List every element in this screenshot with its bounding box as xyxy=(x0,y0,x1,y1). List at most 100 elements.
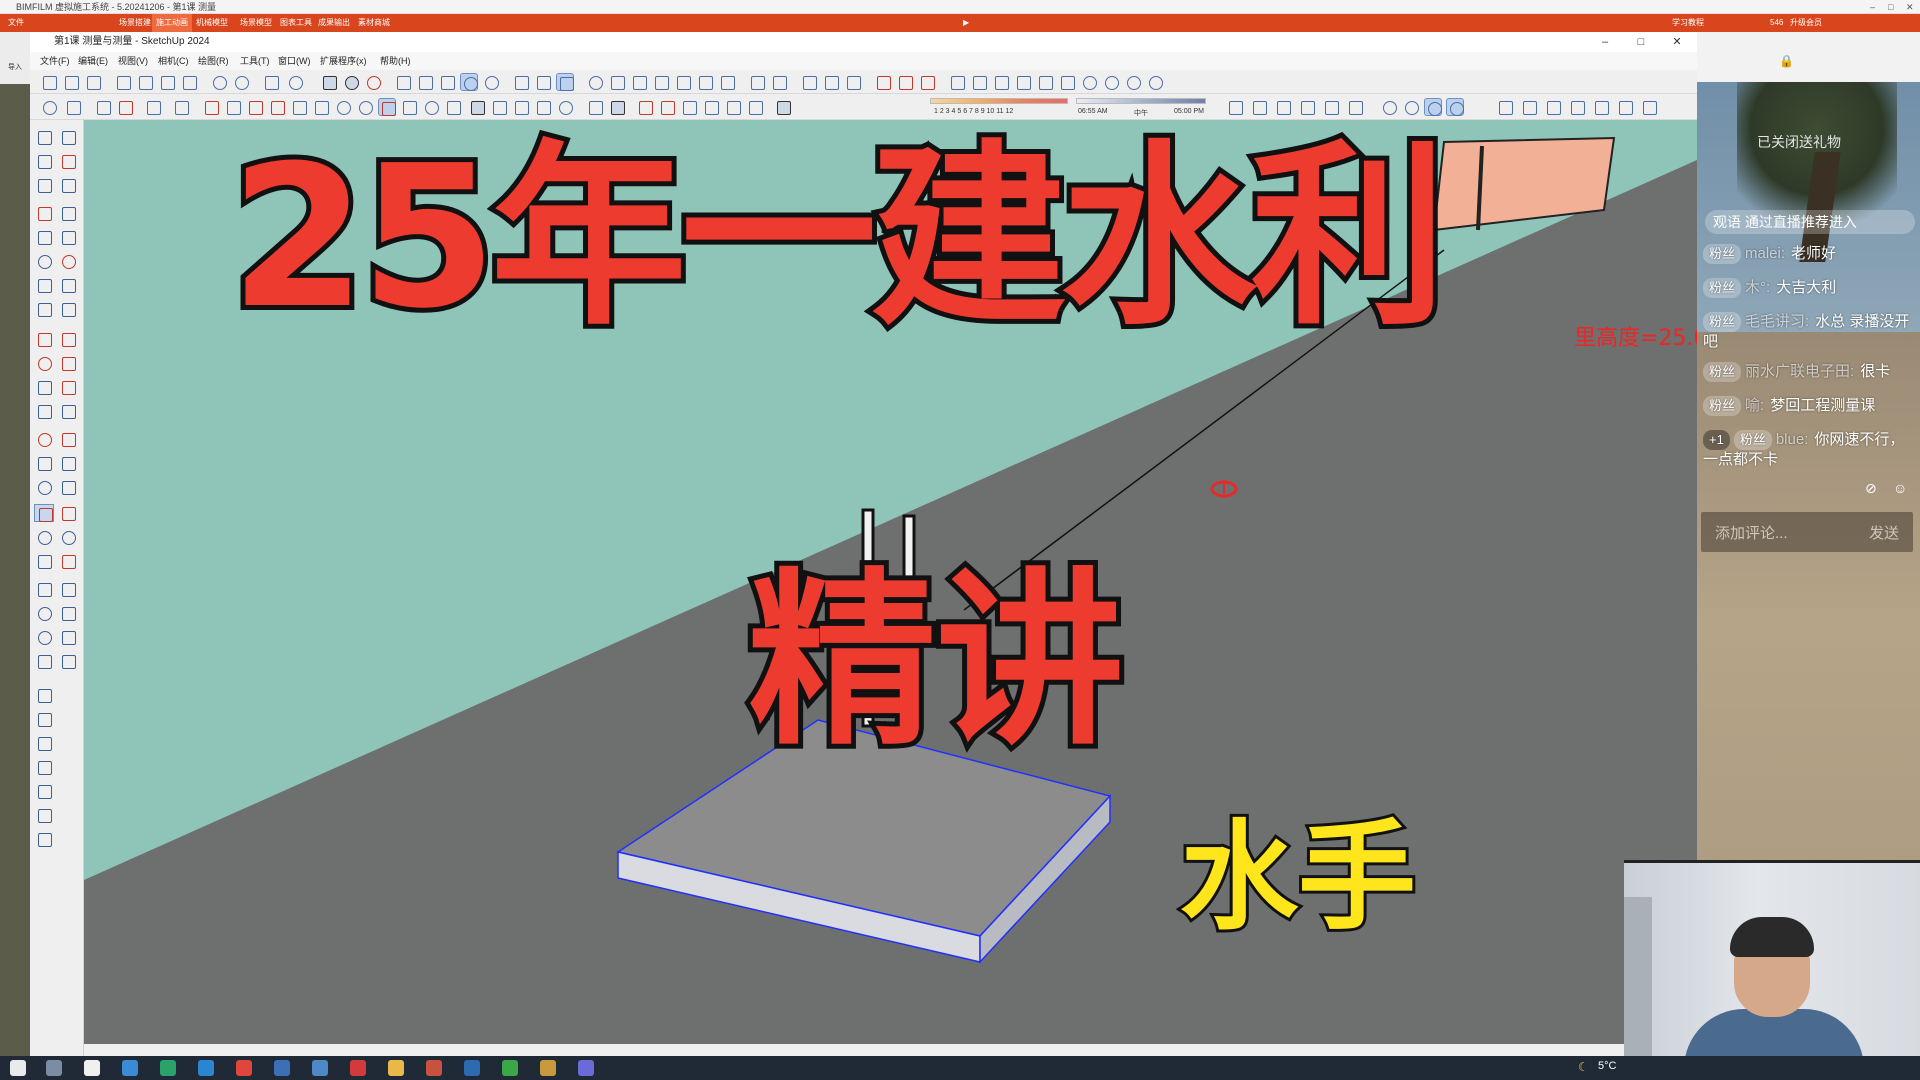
materials-icon[interactable] xyxy=(774,98,792,116)
redo-icon[interactable] xyxy=(232,73,250,91)
circle-tool-icon[interactable] xyxy=(460,73,478,91)
tutorial-link[interactable]: 学习教程 xyxy=(1672,14,1704,32)
section-3-icon[interactable] xyxy=(918,73,936,91)
pie-icon[interactable] xyxy=(58,300,78,318)
app-blue-icon[interactable] xyxy=(198,1060,214,1076)
rotate-tool-icon[interactable] xyxy=(34,354,54,372)
menu-tools[interactable]: 工具(T) xyxy=(240,52,270,70)
protractor-tool-icon[interactable] xyxy=(34,454,54,472)
view-iso-icon[interactable] xyxy=(1496,98,1514,116)
chat-username[interactable]: 毛毛讲习: xyxy=(1745,313,1809,330)
push-pull-icon[interactable] xyxy=(202,98,220,116)
flip-edge-icon[interactable] xyxy=(34,806,54,824)
sketchup-close-icon[interactable]: ✕ xyxy=(1662,32,1692,52)
close-icon[interactable]: ✕ xyxy=(1906,0,1914,14)
preferences-icon[interactable] xyxy=(1124,73,1142,91)
sandbox-tool-icon[interactable] xyxy=(34,628,54,646)
qq-icon[interactable] xyxy=(84,1060,100,1076)
protractor-icon[interactable] xyxy=(356,98,374,116)
menu-scene[interactable]: 场景搭建 xyxy=(115,14,155,32)
cloud-upload-icon[interactable] xyxy=(534,73,552,91)
comment-input[interactable]: 添加评论... xyxy=(1715,522,1788,543)
print-icon[interactable] xyxy=(262,73,280,91)
plus-one-badge[interactable]: +1 xyxy=(1703,430,1730,450)
orbit-tool-icon[interactable] xyxy=(58,504,78,522)
emoji-icon[interactable]: ☺ xyxy=(1893,480,1907,496)
zoom-icon[interactable] xyxy=(422,98,440,116)
orbit-icon[interactable] xyxy=(400,98,418,116)
sound-icon[interactable] xyxy=(58,604,78,622)
save-icon[interactable] xyxy=(84,73,102,91)
top-view-icon[interactable] xyxy=(652,73,670,91)
weather-moon-icon[interactable]: ☾ xyxy=(1578,1060,1589,1074)
rectangle-tool-icon[interactable] xyxy=(34,228,54,246)
chat-username[interactable]: blue: xyxy=(1776,431,1809,448)
3d-text-icon[interactable] xyxy=(746,98,764,116)
iso-view-icon[interactable] xyxy=(630,73,648,91)
lasso-icon[interactable] xyxy=(58,128,78,146)
solid-tool-4-icon[interactable] xyxy=(1014,73,1032,91)
chat-username[interactable]: 木°: xyxy=(1745,279,1770,296)
cut-icon[interactable] xyxy=(114,73,132,91)
drape-icon[interactable] xyxy=(34,758,54,776)
app-green-icon[interactable] xyxy=(160,1060,176,1076)
tag-icon[interactable] xyxy=(58,176,78,194)
offset-tool-icon[interactable] xyxy=(58,378,78,396)
zoom-extents-tool-icon[interactable] xyxy=(34,552,54,570)
point-icon[interactable] xyxy=(586,73,604,91)
rotated-rect-icon[interactable] xyxy=(58,228,78,246)
sketchup-icon[interactable] xyxy=(464,1060,480,1076)
menu-window[interactable]: 窗口(W) xyxy=(278,52,311,70)
page-icon[interactable] xyxy=(586,98,604,116)
arc-3-icon[interactable] xyxy=(34,300,54,318)
section-2-icon[interactable] xyxy=(896,73,914,91)
menu-help[interactable]: 帮助(H) xyxy=(380,52,411,70)
menu-machine-model[interactable]: 机械模型 xyxy=(192,14,232,32)
text-icon[interactable] xyxy=(58,454,78,472)
dimension-tool-icon[interactable] xyxy=(58,430,78,448)
front-view-icon[interactable] xyxy=(674,73,692,91)
view-bottom-icon[interactable] xyxy=(1640,98,1658,116)
arc-icon[interactable] xyxy=(144,98,162,116)
terrain-2-icon[interactable] xyxy=(822,73,840,91)
terrain-icon[interactable] xyxy=(800,73,818,91)
menu-construction-animation[interactable]: 施工动画 xyxy=(152,14,192,32)
open-file-icon[interactable] xyxy=(62,73,80,91)
settings-gear-icon[interactable] xyxy=(342,73,360,91)
view-top-icon[interactable] xyxy=(1520,98,1538,116)
section-plane-icon[interactable] xyxy=(34,504,54,522)
menu-draw[interactable]: 绘图(R) xyxy=(198,52,229,70)
shadow-date-slider[interactable] xyxy=(930,98,1068,104)
tape-measure-icon[interactable] xyxy=(334,98,352,116)
zoom-tool-icon[interactable] xyxy=(34,528,54,546)
menu-file[interactable]: 文件(F) xyxy=(40,52,70,70)
download-icon[interactable] xyxy=(1102,73,1120,91)
sketchup-maximize-icon[interactable]: □ xyxy=(1626,32,1656,52)
push-pull-tool-icon[interactable] xyxy=(58,330,78,348)
axes-tool-icon[interactable] xyxy=(34,478,54,496)
wechat-icon[interactable] xyxy=(502,1060,518,1076)
erase-icon[interactable] xyxy=(180,73,198,91)
model-info-icon[interactable] xyxy=(286,73,304,91)
triangle-icon[interactable] xyxy=(58,402,78,420)
position-camera-icon[interactable] xyxy=(34,580,54,598)
pin-2-icon[interactable] xyxy=(658,98,676,116)
view-right-icon[interactable] xyxy=(1568,98,1586,116)
stop-icon[interactable] xyxy=(364,73,382,91)
menu-file[interactable]: 文件 xyxy=(4,14,28,32)
record-icon[interactable] xyxy=(350,1060,366,1076)
sketchup-minimize-icon[interactable]: – xyxy=(1590,32,1620,52)
undo-icon[interactable] xyxy=(210,73,228,91)
bimfilm-icon[interactable] xyxy=(426,1060,442,1076)
layers-2-icon[interactable] xyxy=(534,98,552,116)
paste-icon[interactable] xyxy=(158,73,176,91)
layers-icon[interactable] xyxy=(512,98,530,116)
extension-2-icon[interactable] xyxy=(438,73,456,91)
layer-tool-icon[interactable] xyxy=(556,73,574,91)
dimension-icon[interactable] xyxy=(378,98,396,116)
pin-icon[interactable] xyxy=(636,98,654,116)
menu-extensions[interactable]: 扩展程序(x) xyxy=(320,52,367,70)
layer-stack-2-icon[interactable] xyxy=(58,652,78,670)
text-tool-icon[interactable] xyxy=(702,98,720,116)
wps-icon[interactable] xyxy=(236,1060,252,1076)
